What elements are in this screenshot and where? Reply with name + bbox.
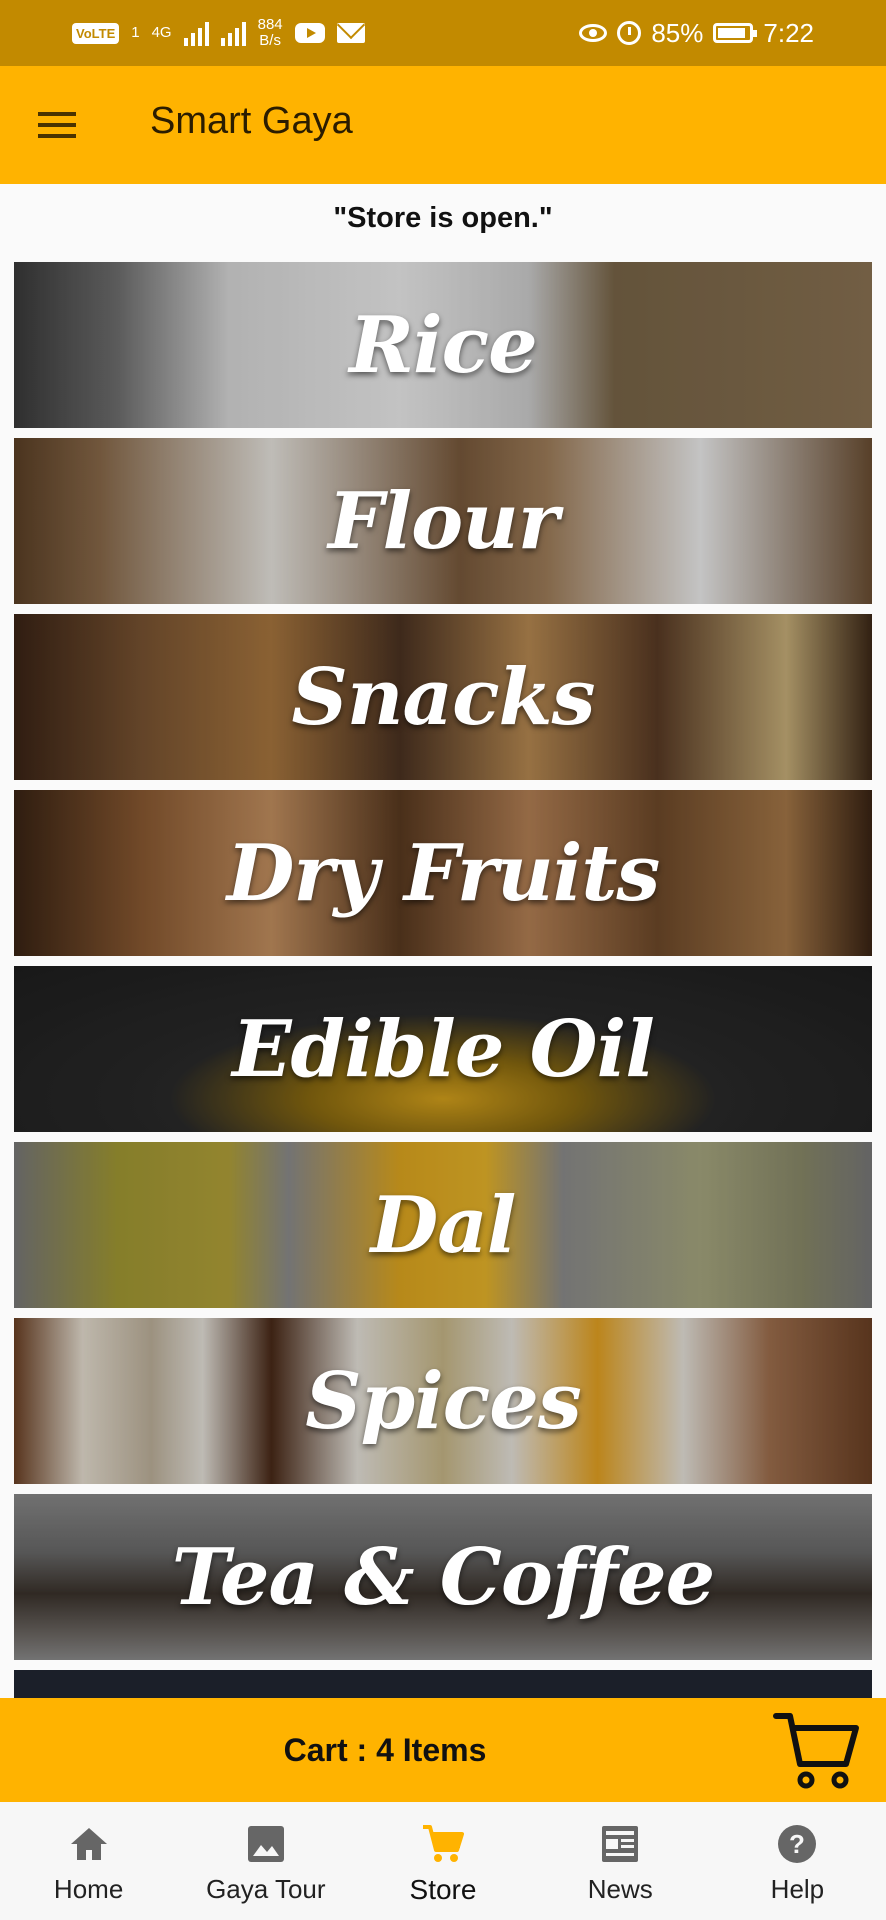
home-icon: [70, 1828, 107, 1860]
category-tile-rice[interactable]: Rice: [14, 262, 872, 428]
speed-value: 884: [257, 16, 283, 33]
speed-unit: B/s: [259, 32, 281, 49]
category-label: Spices: [305, 1355, 582, 1447]
category-label: Flour: [328, 475, 559, 567]
status-left: VoLTE 1 4G 884 B/s: [72, 14, 365, 52]
category-label: Snacks: [291, 651, 595, 743]
status-right: 85% 7:22: [579, 14, 814, 52]
category-label: Edible Oil: [232, 1003, 655, 1095]
youtube-icon: [294, 23, 325, 43]
category-label: Dry Fruits: [226, 827, 661, 919]
bottom-navigation: Home Gaya Tour Store News ? Help: [0, 1802, 886, 1920]
category-tile-edible-oil[interactable]: Edible Oil: [14, 966, 872, 1132]
newspaper-icon: [602, 1826, 639, 1862]
nav-label: Help: [770, 1874, 825, 1904]
category-tile-flour[interactable]: Flour: [14, 438, 872, 604]
nav-label: Home: [53, 1874, 124, 1904]
nav-news[interactable]: News: [532, 1802, 709, 1920]
category-tile-tea-coffee[interactable]: Tea & Coffee: [14, 1494, 872, 1660]
app-bar: Smart Gaya: [0, 66, 886, 184]
cart-bar[interactable]: Cart : 4 Items: [0, 1698, 886, 1802]
category-label: Rice: [349, 299, 538, 391]
nav-help[interactable]: ? Help: [709, 1802, 886, 1920]
app-title: Smart Gaya: [150, 100, 353, 142]
svg-text:?: ?: [789, 1829, 805, 1859]
nav-store[interactable]: Store: [354, 1802, 531, 1920]
alarm-icon: [617, 21, 642, 45]
cart-summary: Cart : 4 Items: [283, 1732, 487, 1768]
nav-label: Store: [409, 1874, 477, 1905]
signal-2-icon: [220, 20, 246, 46]
battery-icon: [713, 23, 758, 43]
volte-indicator: VoLTE: [72, 22, 120, 44]
menu-icon[interactable]: [36, 108, 80, 142]
signal-icon: [183, 20, 209, 46]
category-list: Rice Flour Snacks Dry Fruits Edible Oil …: [14, 262, 872, 1720]
nav-label: Gaya Tour: [206, 1874, 326, 1904]
category-tile-dal[interactable]: Dal: [14, 1142, 872, 1308]
cart-icon[interactable]: [772, 1706, 862, 1794]
category-label: Dal: [370, 1179, 517, 1271]
category-tile-spices[interactable]: Spices: [14, 1318, 872, 1484]
category-label: Tea & Coffee: [171, 1531, 715, 1623]
nav-gaya-tour[interactable]: Gaya Tour: [177, 1802, 354, 1920]
nav-label: News: [587, 1874, 653, 1904]
mail-icon: [336, 23, 365, 43]
nav-home[interactable]: Home: [0, 1802, 177, 1920]
network-speed: 884 B/s: [258, 17, 283, 49]
cart-icon: [423, 1825, 464, 1862]
battery-percent: 85%: [651, 17, 704, 48]
help-icon: ?: [778, 1825, 817, 1863]
category-tile-snacks[interactable]: Snacks: [14, 614, 872, 780]
store-status: "Store is open.": [333, 202, 553, 234]
clock: 7:22: [763, 17, 814, 48]
category-tile-dry-fruits[interactable]: Dry Fruits: [14, 790, 872, 956]
network-type: 4G: [151, 24, 172, 41]
image-icon: [247, 1826, 284, 1862]
status-bar: VoLTE 1 4G 884 B/s 85% 7:22: [0, 0, 886, 66]
eye-comfort-icon: [579, 24, 608, 42]
sim-indicator: 1: [131, 24, 140, 41]
